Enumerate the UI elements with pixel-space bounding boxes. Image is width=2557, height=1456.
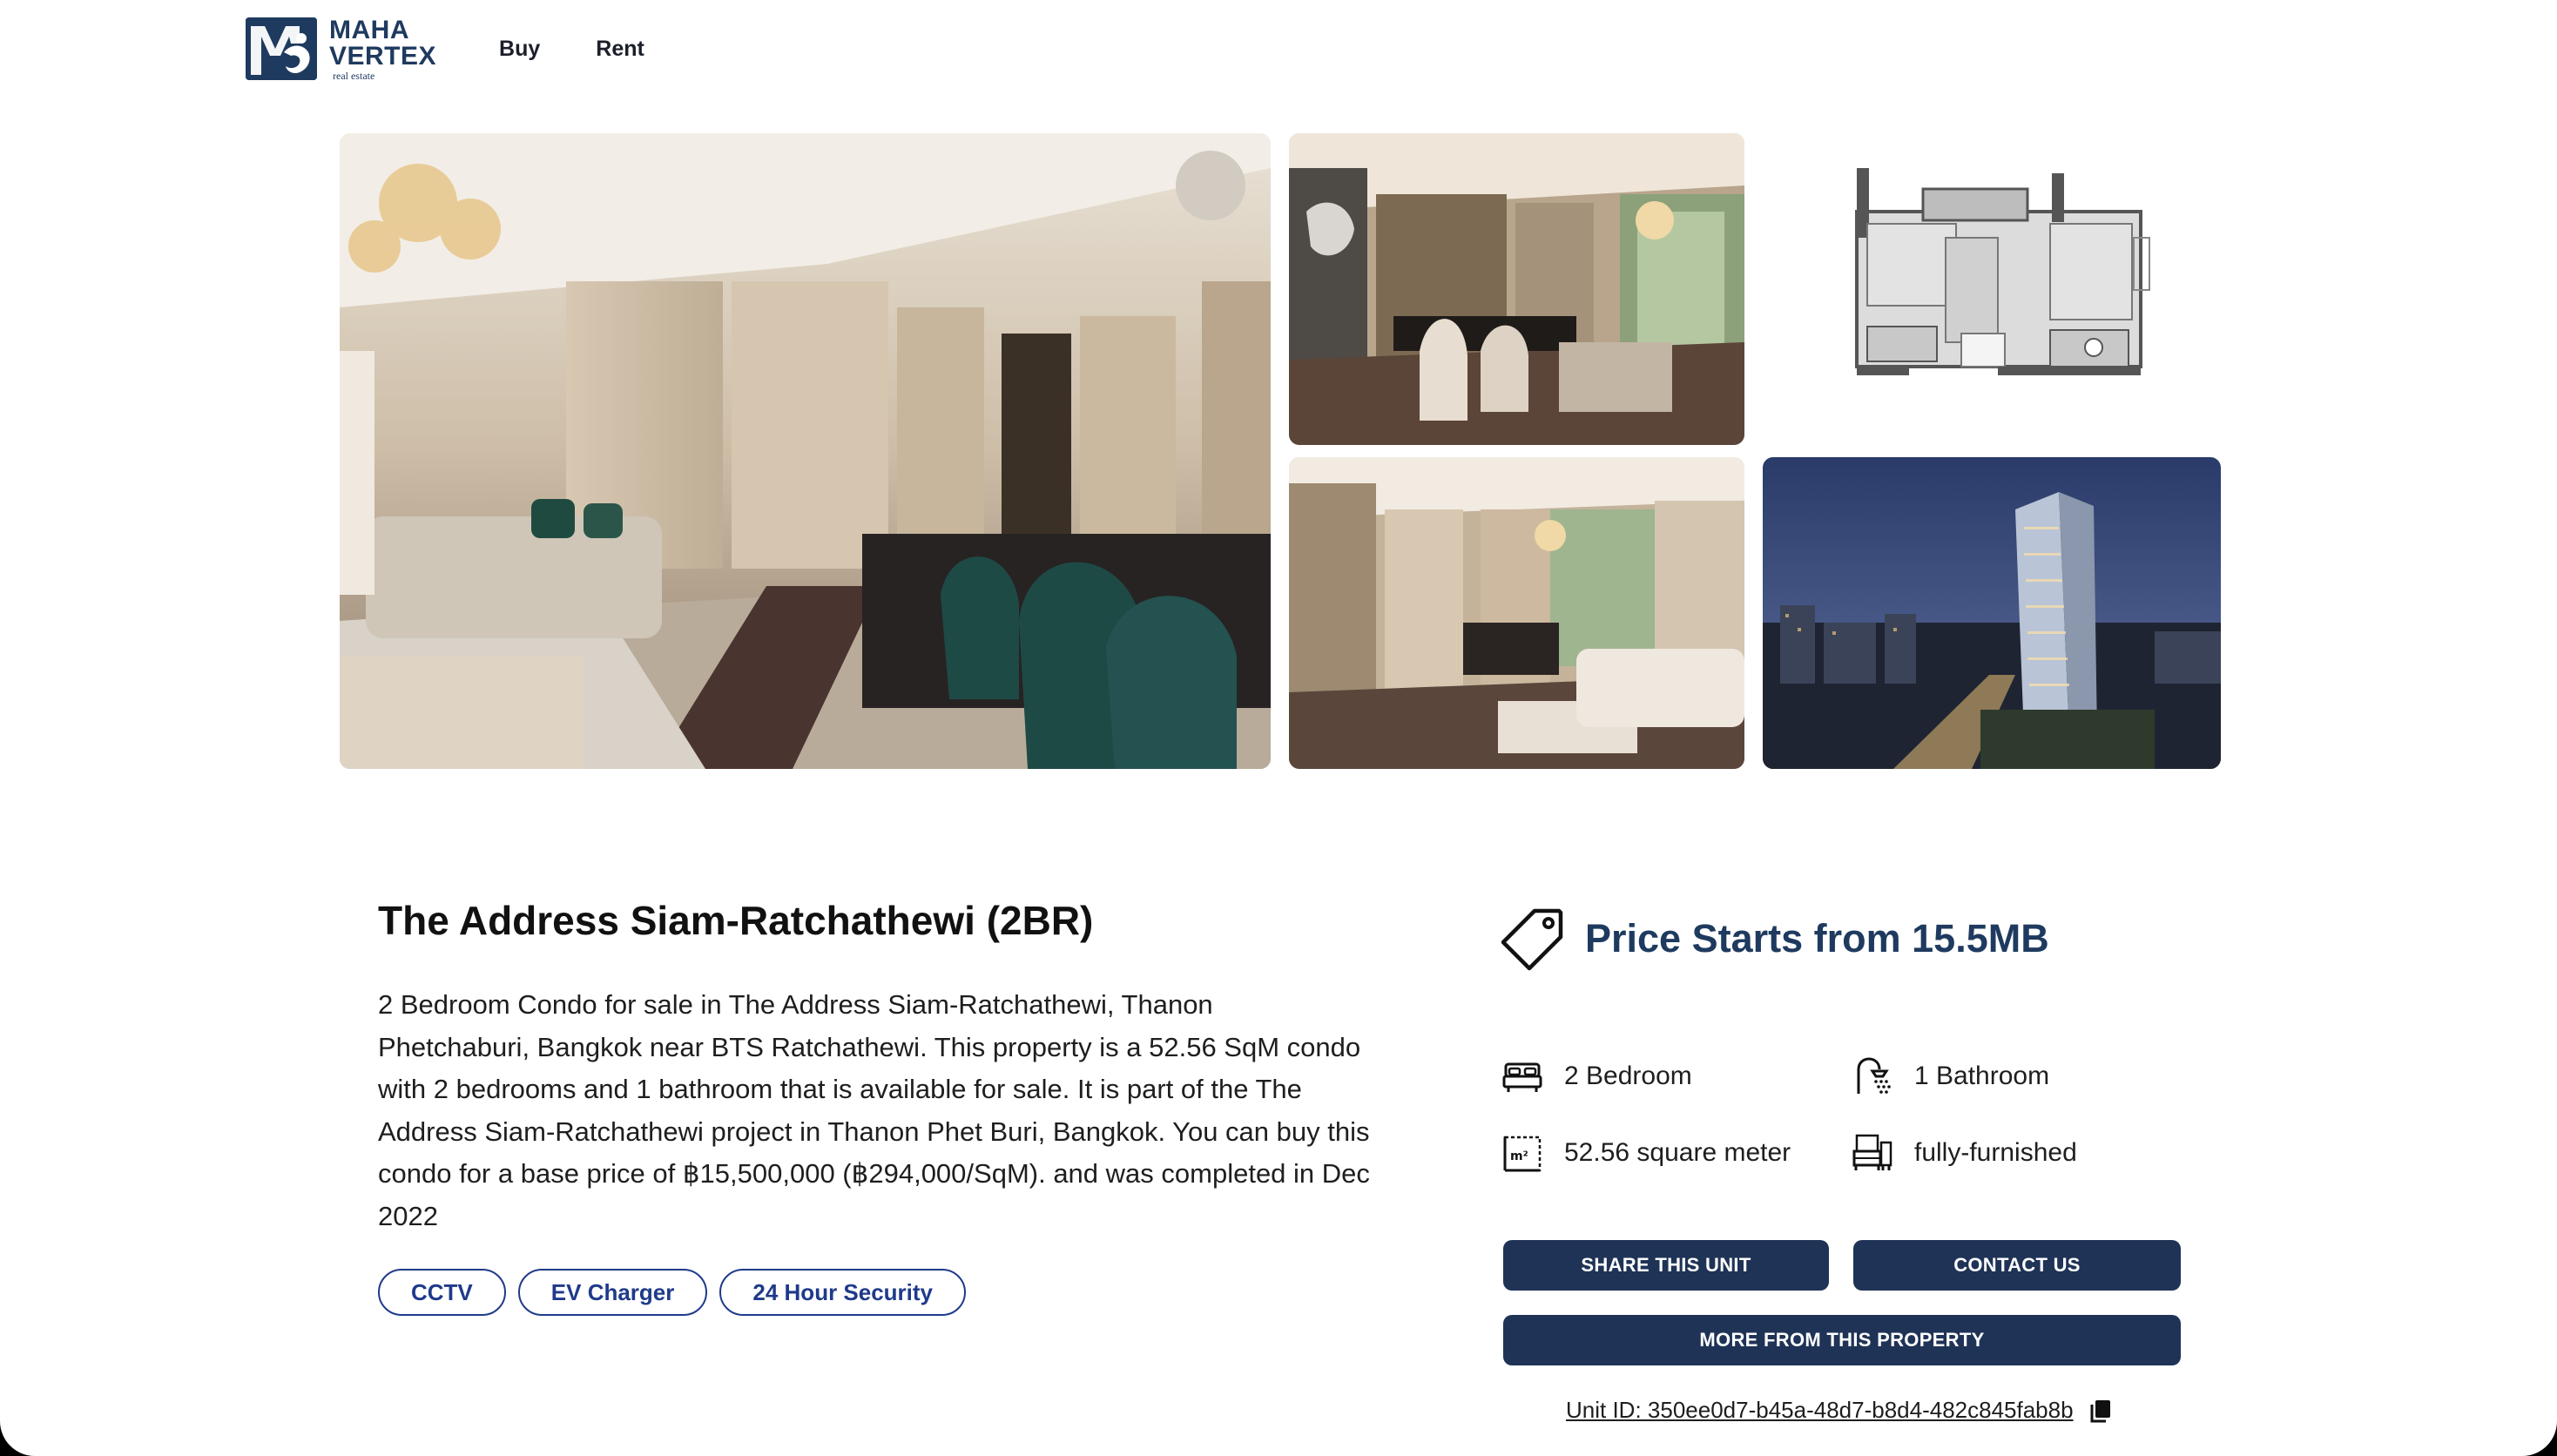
nav-rent-link[interactable]: Rent xyxy=(596,37,644,62)
unit-id-row: Unit ID: 350ee0d7-b45a-48d7-b8d4-482c845… xyxy=(1566,1397,2114,1424)
dining-room-photo-icon xyxy=(1289,133,1744,445)
amenity-tags: CCTV EV Charger 24 Hour Security xyxy=(378,1269,1371,1316)
nav-buy-link[interactable]: Buy xyxy=(499,37,540,62)
living-room-photo-2-icon xyxy=(1289,457,1744,769)
bed-icon xyxy=(1502,1062,1542,1092)
shower-icon xyxy=(1857,1057,1891,1094)
area-icon-text: m² xyxy=(1510,1149,1528,1163)
price-row: Price Starts from 15.5MB xyxy=(1500,906,2049,972)
feature-bedroom-label: 2 Bedroom xyxy=(1564,1062,1692,1090)
page: MAHA VERTEX real estate Buy Rent The Add… xyxy=(0,0,2557,1456)
floor-plan-image-icon xyxy=(1855,168,2150,375)
building-exterior-photo-icon xyxy=(1763,457,2221,769)
area-icon: m² xyxy=(1503,1136,1542,1172)
price-text: Price Starts from 15.5MB xyxy=(1585,916,2049,961)
header: MAHA VERTEX real estate Buy Rent xyxy=(246,16,644,82)
tag-ev-charger: EV Charger xyxy=(517,1269,708,1316)
feature-bedroom: 2 Bedroom xyxy=(1501,1055,1692,1097)
feature-furnishing-label: fully-furnished xyxy=(1914,1138,2077,1167)
tag-cctv: CCTV xyxy=(378,1269,506,1316)
gallery-main-photo[interactable] xyxy=(340,133,1271,769)
share-unit-button[interactable]: SHARE THIS UNIT xyxy=(1503,1240,1829,1291)
brand-logo[interactable]: MAHA VERTEX real estate xyxy=(246,17,436,81)
feature-furnishing: fully-furnished xyxy=(1852,1132,2077,1174)
tag-24-hour-security: 24 Hour Security xyxy=(719,1269,967,1316)
feature-bathroom: 1 Bathroom xyxy=(1852,1055,2049,1097)
contact-us-button[interactable]: CONTACT US xyxy=(1853,1240,2181,1291)
gallery-living-photo-2[interactable] xyxy=(1289,457,1744,769)
gallery-building-photo[interactable] xyxy=(1763,457,2221,769)
feature-area: m² 52.56 square meter xyxy=(1501,1132,1791,1174)
gallery-dining-photo[interactable] xyxy=(1289,133,1744,445)
feature-bathroom-label: 1 Bathroom xyxy=(1914,1062,2050,1090)
photo-gallery xyxy=(340,133,2221,769)
logo-line-3: real estate xyxy=(333,69,375,82)
logo-mark-icon xyxy=(246,17,317,80)
logo-text: MAHA VERTEX real estate xyxy=(329,17,436,81)
feature-area-label: 52.56 square meter xyxy=(1564,1138,1791,1167)
listing-description: 2 Bedroom Condo for sale in The Address … xyxy=(378,989,1370,1231)
living-room-photo-icon xyxy=(340,133,1271,769)
listing-info: The Address Siam-Ratchathewi (2BR) 2 Bed… xyxy=(378,897,1371,1316)
furniture-icon xyxy=(1852,1134,1892,1170)
gallery-floor-plan[interactable] xyxy=(1763,133,2221,445)
logo-line-1: MAHA xyxy=(329,15,409,44)
more-from-property-button[interactable]: MORE FROM THIS PROPERTY xyxy=(1503,1315,2181,1365)
logo-line-2: VERTEX xyxy=(329,41,437,71)
main-nav: Buy Rent xyxy=(499,37,644,62)
unit-id-link[interactable]: Unit ID: 350ee0d7-b45a-48d7-b8d4-482c845… xyxy=(1566,1397,2074,1424)
listing-title: The Address Siam-Ratchathewi (2BR) xyxy=(378,898,1094,943)
copy-icon[interactable] xyxy=(2088,1398,2114,1424)
price-tag-icon xyxy=(1501,908,1563,971)
